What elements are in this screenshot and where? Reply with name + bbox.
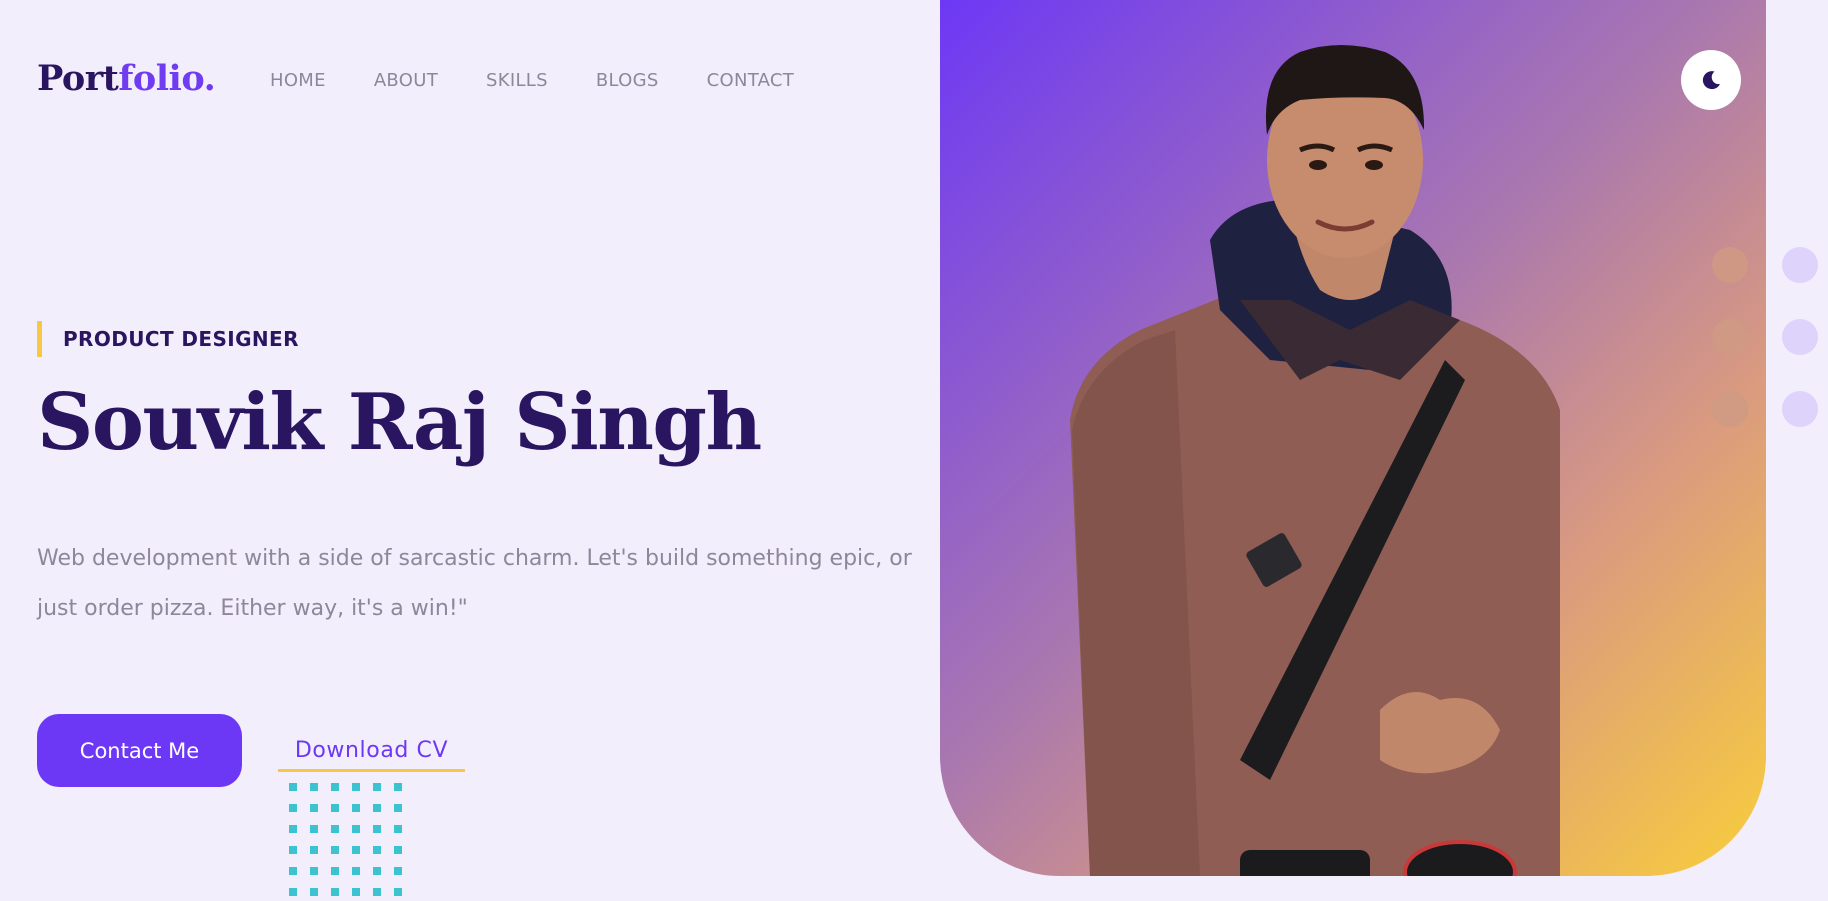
nav-blogs[interactable]: BLOGS bbox=[596, 70, 659, 91]
hero-description: Web development with a side of sarcastic… bbox=[37, 546, 912, 621]
hero-role: PRODUCT DESIGNER bbox=[37, 321, 299, 357]
profile-photo bbox=[1070, 45, 1560, 876]
logo-part-dot: . bbox=[203, 58, 216, 99]
nav-about[interactable]: ABOUT bbox=[374, 70, 438, 91]
main-nav: HOME ABOUT SKILLS BLOGS CONTACT bbox=[270, 70, 794, 91]
decorative-dot-grid bbox=[289, 783, 402, 896]
nav-contact[interactable]: CONTACT bbox=[707, 70, 794, 91]
nav-skills[interactable]: SKILLS bbox=[486, 70, 548, 91]
logo-part-port: Port bbox=[37, 58, 119, 99]
hero-image-panel bbox=[940, 0, 1766, 876]
nav-home[interactable]: HOME bbox=[270, 70, 326, 91]
logo-part-folio: folio bbox=[118, 58, 204, 99]
logo[interactable]: Portfolio. bbox=[37, 58, 216, 99]
hero-name: Souvik Raj Singh bbox=[37, 377, 762, 468]
theme-toggle-button[interactable] bbox=[1681, 50, 1741, 110]
moon-icon bbox=[1702, 71, 1720, 90]
contact-me-button[interactable]: Contact Me bbox=[37, 714, 242, 787]
decorative-circles bbox=[1712, 247, 1818, 427]
download-cv-link[interactable]: Download CV bbox=[278, 732, 465, 772]
